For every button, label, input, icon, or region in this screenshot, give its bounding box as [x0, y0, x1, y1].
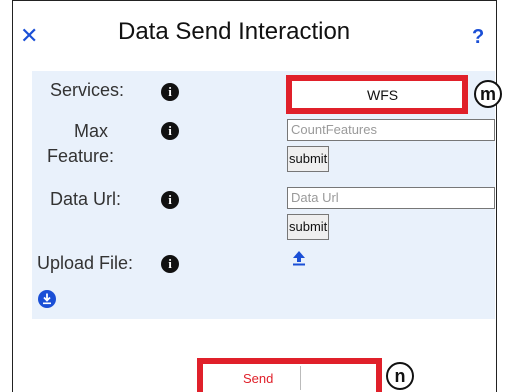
info-icon[interactable]: i	[161, 122, 179, 140]
help-button[interactable]: ?	[472, 26, 484, 49]
send-divider	[300, 366, 301, 390]
send-button[interactable]: Send	[197, 358, 382, 392]
services-label: Services:	[50, 80, 125, 100]
max-feature-label-line2: Feature:	[47, 146, 115, 166]
max-feature-submit-button[interactable]: submit	[287, 146, 330, 172]
dialog-title: Data Send Interaction	[118, 18, 351, 45]
close-icon[interactable]: ✕	[20, 26, 40, 48]
services-value: WFS	[367, 87, 399, 103]
download-icon[interactable]	[38, 290, 56, 308]
send-label: Send	[243, 371, 274, 386]
data-url-submit-button[interactable]: submit	[287, 214, 330, 240]
info-icon[interactable]: i	[161, 83, 179, 101]
services-select[interactable]: WFS	[286, 75, 468, 114]
max-feature-input[interactable]: CountFeatures	[287, 119, 495, 141]
callout-n: n	[386, 362, 414, 390]
max-feature-label-line1: Max	[74, 121, 109, 141]
info-icon[interactable]: i	[161, 191, 179, 209]
callout-m: m	[474, 80, 502, 108]
info-icon[interactable]: i	[161, 255, 179, 273]
data-url-label: Data Url:	[50, 189, 122, 209]
upload-icon[interactable]	[291, 250, 307, 266]
data-url-input[interactable]: Data Url	[287, 187, 495, 209]
upload-file-label: Upload File:	[37, 253, 134, 273]
